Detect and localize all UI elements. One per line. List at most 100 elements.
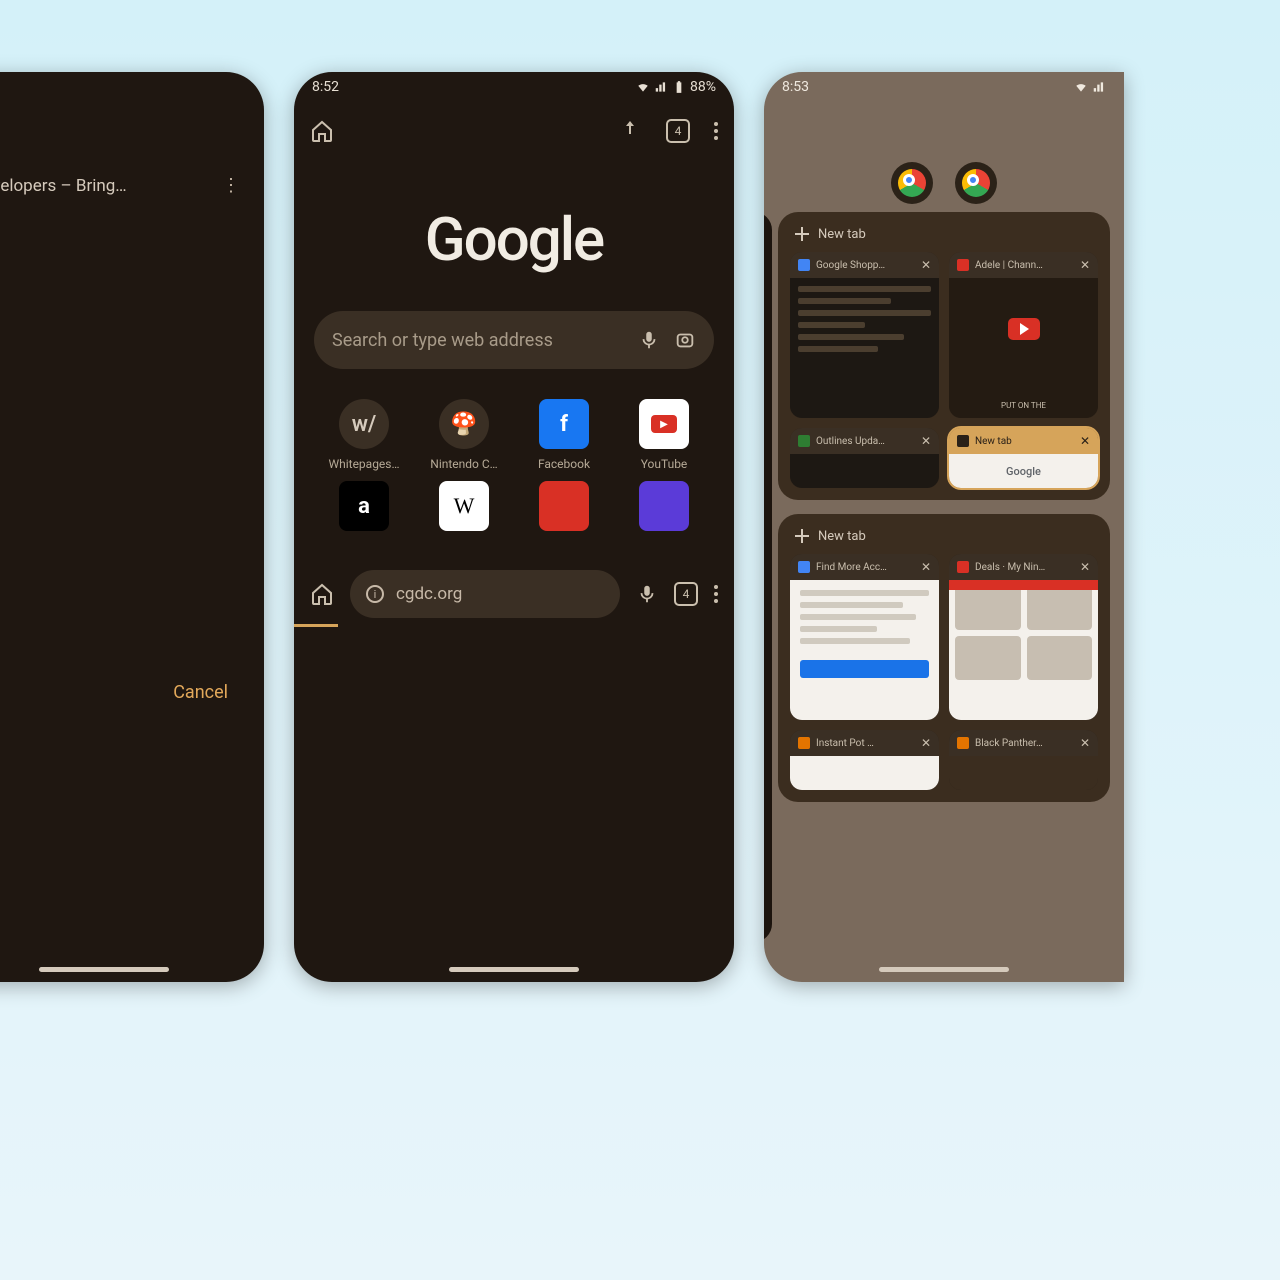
shortcuts-grid: w/ Whitepages… 🍄 Nintendo C… f Facebook … <box>294 369 734 539</box>
cancel-button[interactable]: Cancel <box>173 682 228 703</box>
close-icon[interactable]: ✕ <box>921 434 931 448</box>
wifi-icon <box>1074 80 1088 94</box>
close-icon[interactable]: ✕ <box>921 736 931 750</box>
tab-title: Deals · My Nin… <box>975 562 1074 573</box>
shortcut-label: YouTube <box>641 457 688 471</box>
chrome-window-icon[interactable] <box>891 162 933 204</box>
status-time: 8:52 <box>312 79 339 95</box>
tab-group[interactable]: New tab Find More Acc… ✕ Deals · My Nin… ✕… <box>778 514 1110 802</box>
site-info-icon[interactable]: i <box>366 585 384 603</box>
tab-card[interactable]: Deals · My Nin… ✕ <box>949 554 1098 720</box>
nav-home-bar[interactable] <box>449 967 579 972</box>
mic-icon[interactable] <box>638 329 660 351</box>
tab-card[interactable]: Adele | Chann…✕ PUT ON THE <box>949 252 1098 418</box>
tab-count-button[interactable]: 4 <box>674 582 698 606</box>
page-load-progress <box>294 624 338 627</box>
close-icon[interactable]: ✕ <box>921 258 931 272</box>
shortcut-tile[interactable]: a <box>314 481 414 539</box>
favicon <box>957 737 969 749</box>
history-item-title: me Developers – Bring… <box>0 176 127 196</box>
shortcut-tile[interactable] <box>514 481 614 539</box>
tab-count-value: 4 <box>683 587 690 601</box>
plus-icon[interactable] <box>794 528 810 544</box>
tab-count-value: 4 <box>675 124 682 138</box>
battery-percent: 88% <box>690 79 716 95</box>
nav-home-bar[interactable] <box>39 967 169 972</box>
shortcut-tile[interactable] <box>614 481 714 539</box>
favicon <box>798 435 810 447</box>
tab-group-header[interactable]: New tab <box>790 224 1098 252</box>
shortcut-icon <box>639 481 689 531</box>
favicon <box>957 435 969 447</box>
address-bar[interactable]: i cgdc.org <box>350 570 620 618</box>
history-item[interactable]: y <box>0 204 264 262</box>
tab-title: Find More Acc… <box>816 562 915 573</box>
shortcut-label: Nintendo C… <box>430 457 497 471</box>
section-heading: ws <box>0 72 264 145</box>
tab-title: Instant Pot … <box>816 738 915 749</box>
phone-screen-left: ws me Developers – Bring… ⋮ y Cancel <box>0 72 264 982</box>
shortcut-icon <box>539 481 589 531</box>
history-item[interactable]: me Developers – Bring… ⋮ <box>0 145 264 204</box>
tab-card-active[interactable]: New tab✕ Google <box>949 428 1098 488</box>
google-logo: Google <box>294 204 734 275</box>
shortcut-tile[interactable]: 🍄 Nintendo C… <box>414 399 514 471</box>
favicon <box>957 561 969 573</box>
home-icon[interactable] <box>310 119 334 143</box>
home-icon[interactable] <box>310 582 334 606</box>
shortcut-icon: f <box>539 399 589 449</box>
shortcut-icon: W <box>439 481 489 531</box>
window-switcher <box>764 162 1124 204</box>
play-icon <box>1008 318 1040 340</box>
shortcut-tile[interactable]: ▶ YouTube <box>614 399 714 471</box>
favicon <box>798 737 810 749</box>
tab-group-title: New tab <box>818 529 866 544</box>
tab-title: Black Panther… <box>975 738 1074 749</box>
share-icon[interactable] <box>618 119 642 143</box>
tab-card[interactable]: Google Shopp… ✕ <box>790 252 939 418</box>
shortcut-label: Whitepages… <box>328 457 399 471</box>
plus-icon[interactable] <box>794 226 810 242</box>
tab-group-header[interactable]: New tab <box>790 526 1098 554</box>
favicon <box>957 259 969 271</box>
close-icon[interactable]: ✕ <box>1080 258 1090 272</box>
tab-card[interactable]: Instant Pot … ✕ <box>790 730 939 790</box>
tab-group[interactable]: New tab Google Shopp…✕ Adele | Chann…✕ P… <box>778 212 1110 500</box>
overflow-menu-icon[interactable] <box>714 585 718 603</box>
tab-title: Google Shopp… <box>816 260 915 271</box>
shortcut-icon: 🍄 <box>439 399 489 449</box>
chrome-window-icon[interactable] <box>955 162 997 204</box>
tab-title: Outlines Upda… <box>816 436 915 447</box>
tab-groups-column[interactable]: New tab Google Shopp…✕ Adele | Chann…✕ P… <box>764 212 1124 982</box>
tab-title: Adele | Chann… <box>975 260 1074 271</box>
favicon <box>798 259 810 271</box>
tab-card[interactable]: Outlines Upda… ✕ <box>790 428 939 488</box>
signal-icon <box>654 80 668 94</box>
more-icon[interactable]: ⋮ <box>222 175 240 196</box>
tab-title: New tab <box>975 436 1074 447</box>
close-icon[interactable]: ✕ <box>1080 434 1090 448</box>
mic-icon[interactable] <box>636 583 658 605</box>
tab-card[interactable]: Black Panther… ✕ <box>949 730 1098 790</box>
search-bar[interactable]: Search or type web address <box>314 311 714 369</box>
shortcut-label: Facebook <box>538 457 590 471</box>
status-bar: 8:53 <box>764 72 1124 102</box>
shortcut-tile[interactable]: w/ Whitepages… <box>314 399 414 471</box>
status-time: 8:53 <box>782 79 809 95</box>
tab-card[interactable]: Find More Acc… ✕ <box>790 554 939 720</box>
url-text: cgdc.org <box>396 584 462 604</box>
shortcut-tile[interactable]: W <box>414 481 514 539</box>
shortcut-tile[interactable]: f Facebook <box>514 399 614 471</box>
phone-screen-center: 8:52 88% 4 Google Search or type web add… <box>294 72 734 982</box>
lens-icon[interactable] <box>674 329 696 351</box>
close-icon[interactable]: ✕ <box>1080 560 1090 574</box>
wifi-icon <box>636 80 650 94</box>
close-icon[interactable]: ✕ <box>1080 736 1090 750</box>
status-bar: 8:52 88% <box>294 72 734 102</box>
tab-group-title: New tab <box>818 227 866 242</box>
favicon <box>798 561 810 573</box>
overflow-menu-icon[interactable] <box>714 122 718 140</box>
tab-count-button[interactable]: 4 <box>666 119 690 143</box>
close-icon[interactable]: ✕ <box>921 560 931 574</box>
nav-home-bar[interactable] <box>879 967 1009 972</box>
